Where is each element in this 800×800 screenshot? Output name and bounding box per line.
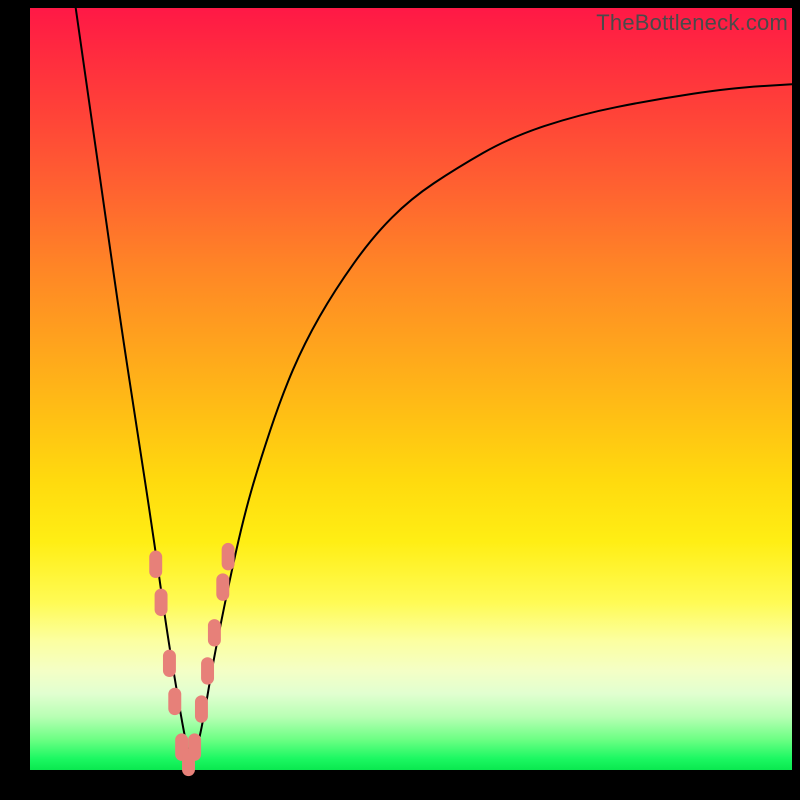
bottleneck-curve — [76, 8, 792, 757]
marker-point — [188, 733, 201, 760]
marker-point — [208, 619, 221, 646]
marker-point — [163, 650, 176, 677]
marker-point — [216, 573, 229, 600]
marker-group — [149, 543, 234, 776]
plot-svg — [30, 8, 792, 770]
marker-point — [155, 589, 168, 616]
marker-point — [195, 695, 208, 722]
marker-point — [201, 657, 214, 684]
marker-point — [149, 551, 162, 578]
chart-frame: TheBottleneck.com — [0, 0, 800, 800]
marker-point — [168, 688, 181, 715]
marker-point — [222, 543, 235, 570]
